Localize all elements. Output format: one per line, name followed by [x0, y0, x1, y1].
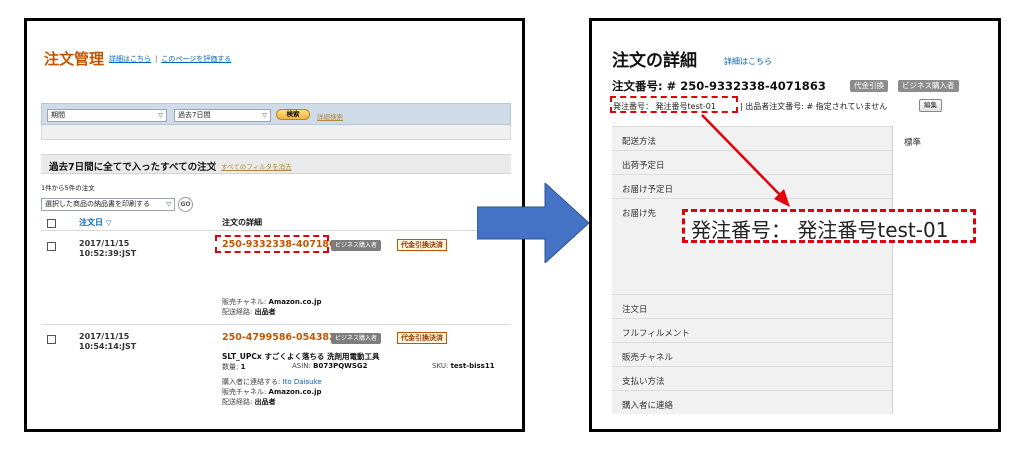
row-delivery-date: お届け予定日 [622, 185, 674, 195]
order-detail-title: 注文の詳細 [612, 51, 697, 71]
filter-bar-footer [41, 125, 511, 140]
business-buyer-badge: ビジネス購入者 [331, 240, 382, 251]
quantity: 数量: 1 [222, 363, 246, 371]
cod-badge: 代金引換 [850, 80, 888, 92]
row-fulfillment: フルフィルメント [622, 329, 690, 339]
results-title: 過去7日間に全てで入ったすべての注文 [49, 162, 217, 173]
sales-channel: 販売チャネル: Amazon.co.jp [222, 388, 322, 396]
sales-channel: 販売チャネル: Amazon.co.jp [222, 298, 322, 306]
row-payment-method: 支払い方法 [622, 377, 665, 387]
sort-down-icon: ▽ [106, 219, 112, 227]
order-date: 2017/11/15 10:54:14:JST [79, 332, 137, 351]
go-button[interactable]: GO [178, 197, 193, 212]
zoomed-purchase-order-text: 発注番号： 発注番号test-01 [691, 218, 949, 242]
highlight-box [610, 96, 738, 113]
arrow-right-icon [477, 183, 589, 263]
row-contact-buyer: 購入者に連絡 [622, 401, 674, 411]
print-slip-select[interactable]: 選択した商品の納品書を印刷する ▽ [41, 198, 175, 211]
order-number: 注文番号: # 250-9332338-4071863 [612, 79, 826, 93]
order-checkbox[interactable] [47, 242, 56, 251]
order-number-link[interactable]: 250-4799586-0543824 [222, 332, 342, 343]
cod-badge: 代金引換決済 [397, 332, 447, 344]
row-order-date: 注文日 [622, 305, 648, 315]
order-date: 2017/11/15 10:52:39:JST [79, 239, 137, 258]
sku: SKU: test-biss11 [432, 362, 495, 370]
business-buyer-badge: ビジネス購入者 [331, 333, 382, 344]
order-detail-screenshot: 注文の詳細 詳細はこちら 注文番号: # 250-9332338-4071863… [589, 18, 1001, 432]
advanced-search-link[interactable]: 詳細検索 [317, 111, 343, 121]
rate-page-link[interactable]: このページを評価する [161, 55, 231, 63]
clear-filters-link[interactable]: すべてのフィルタを消去 [221, 161, 292, 171]
details-link[interactable]: 詳細はこちら [109, 55, 151, 63]
row-sales-channel: 販売チャネル [622, 353, 673, 363]
search-button[interactable]: 検索 [276, 109, 310, 120]
select-all-checkbox[interactable] [47, 219, 56, 228]
details-link[interactable]: 詳細はこちら [724, 56, 772, 67]
shipping-method-value: 標準 [904, 138, 922, 148]
result-count: 1件から5件の注文 [41, 184, 95, 192]
results-header: 過去7日間に全てで入ったすべての注文 | すべてのフィルタを消去 [41, 154, 511, 174]
zoomed-purchase-order-callout: 発注番号： 発注番号test-01 [682, 209, 976, 243]
order-date-column-header[interactable]: 注文日 ▽ [79, 217, 111, 228]
order-detail-column-header: 注文の詳細 [222, 218, 262, 227]
row-ship-date: 出荷予定日 [622, 161, 665, 171]
seller-order-number: | 出品者注文番号: # 指定されていません [740, 102, 888, 111]
buyer-name-link[interactable]: Ito Daisuke [283, 378, 322, 386]
filter-field-select[interactable]: 期間 ▽ [47, 109, 167, 122]
title-links: 詳細はこちら | このページを評価する [109, 55, 232, 63]
contact-buyer: 購入者に連絡する: Ito Daisuke [222, 378, 322, 386]
date-range-select[interactable]: 過去7日間 ▽ [174, 109, 271, 122]
row-ship-to: お届け先 [622, 209, 657, 219]
highlight-box [215, 235, 329, 253]
product-title-link[interactable]: SLT_UPCx すごくよく落ちる 洗剤用電動工具 [222, 351, 379, 362]
shipping-route: 配送経路: 出品者 [222, 308, 276, 316]
cod-badge: 代金引換決済 [397, 239, 447, 251]
business-buyer-badge: ビジネス購入者 [898, 80, 959, 92]
order-management-screenshot: 注文管理 詳細はこちら | このページを評価する 期間 ▽ 過去7日間 ▽ 検索 詳細検… [24, 18, 525, 432]
page-title: 注文管理 [44, 50, 105, 68]
order-checkbox[interactable] [47, 335, 56, 344]
row-shipping-method: 配送方法 [622, 137, 657, 147]
asin: ASIN: B073PQWSG2 [292, 362, 368, 370]
shipping-route: 配送経路: 出品者 [222, 398, 276, 406]
edit-button[interactable]: 編集 [919, 99, 942, 112]
